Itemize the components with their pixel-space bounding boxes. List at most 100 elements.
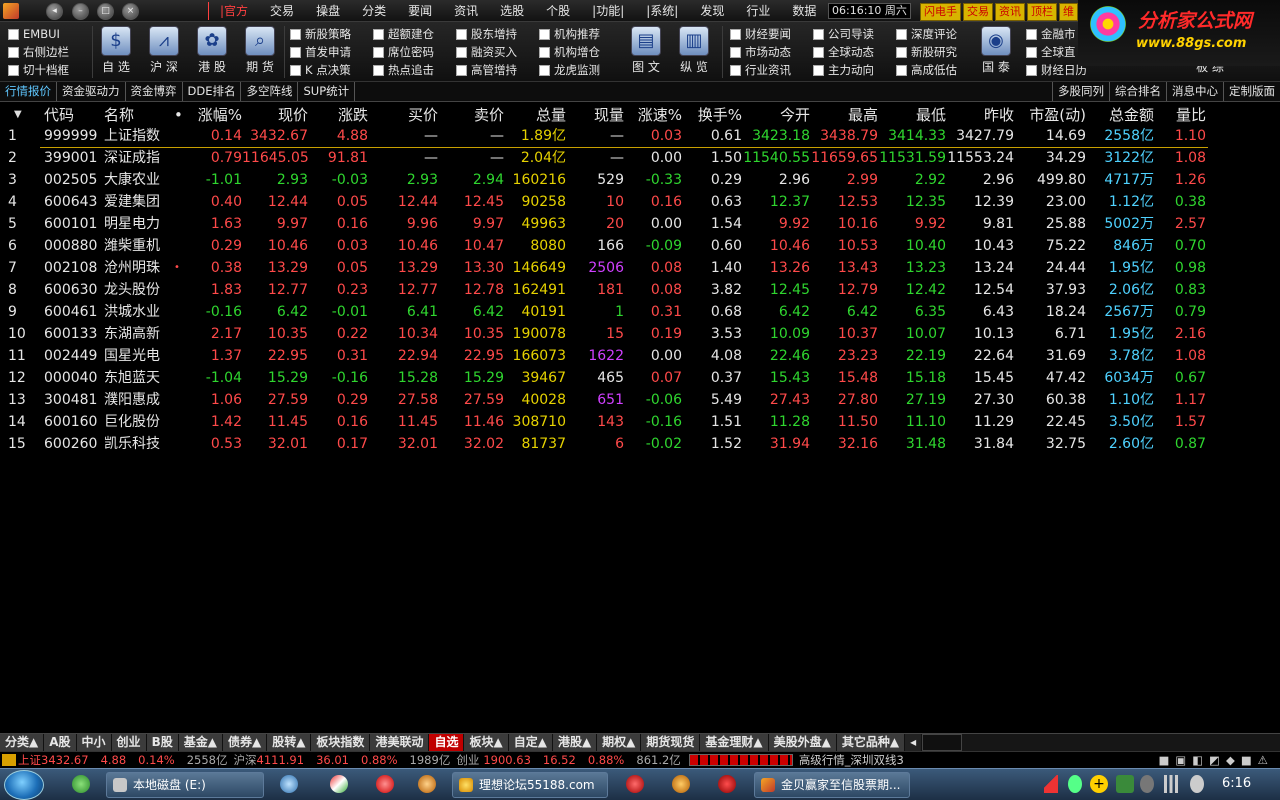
col-header-1[interactable]: 名称 xyxy=(104,104,174,126)
market-tab-2[interactable]: 中小 xyxy=(76,734,112,751)
toolbar-check-col9-0[interactable]: 金融市 xyxy=(1026,25,1076,43)
checkbox-icon[interactable] xyxy=(8,28,19,40)
col-header-16[interactable]: 市盈(动) xyxy=(1014,104,1086,126)
table-row[interactable]: 12 000040 东旭蓝天 -1.04 15.29 -0.16 15.28 15.29 394… xyxy=(0,367,1230,389)
market-tab-1[interactable]: A股 xyxy=(44,734,77,751)
checkbox-icon[interactable] xyxy=(373,46,384,58)
col-header-9[interactable]: 现量 xyxy=(566,104,624,126)
table-row[interactable]: 13 300481 濮阳惠成 1.06 27.59 0.29 27.58 27.59 40028… xyxy=(0,389,1230,411)
table-row[interactable]: 15 600260 凯乐科技 0.53 32.01 0.17 32.01 32.02 81737… xyxy=(0,433,1230,455)
tabs-scrollbar[interactable] xyxy=(922,734,963,751)
market-tab-0[interactable]: 分类▲ xyxy=(0,734,45,751)
toolbar-check-col8-0[interactable]: 深度评论 xyxy=(896,25,957,43)
toolbar-button-icons1-3[interactable]: ⌕ 期 货 xyxy=(240,26,280,80)
start-button[interactable] xyxy=(4,770,44,800)
market-tab-9[interactable]: 港美联动 xyxy=(370,734,430,751)
toolbar-check-col9-1[interactable]: 全球直 xyxy=(1026,43,1076,61)
checkbox-icon[interactable] xyxy=(373,28,384,40)
quick-button-1[interactable]: 交易 xyxy=(963,3,993,21)
toolbar-check-col6-2[interactable]: 行业资讯 xyxy=(730,61,791,79)
toolbar-button-icons2-1[interactable]: ▥ 纵 览 xyxy=(674,26,714,80)
market-tab-10[interactable]: 自选 xyxy=(429,734,465,751)
toolbar-check-col5-1[interactable]: 机构增仓 xyxy=(539,43,600,61)
checkbox-icon[interactable] xyxy=(373,64,384,76)
checkbox-icon[interactable] xyxy=(456,28,467,40)
toolbar-check-col6-1[interactable]: 市场动态 xyxy=(730,43,791,61)
market-tab-7[interactable]: 股转▲ xyxy=(267,734,312,751)
tray-icon-2[interactable] xyxy=(1068,775,1082,793)
toolbar-check-col5-2[interactable]: 龙虎监测 xyxy=(539,61,600,79)
col-header-8[interactable]: 总量 xyxy=(504,104,566,126)
quicklaunch-icon-4[interactable] xyxy=(376,775,394,793)
menu-item-3[interactable]: 分类 xyxy=(351,2,397,20)
market-tab-14[interactable]: 期权▲ xyxy=(597,734,642,751)
quick-button-3[interactable]: 顶栏 xyxy=(1027,3,1057,21)
close-button[interactable]: × xyxy=(122,3,139,20)
table-row[interactable]: 7 002108 沧州明珠 • 0.38 13.29 0.05 13.29 13.30 14664… xyxy=(0,257,1230,279)
minimize-button[interactable]: – xyxy=(72,3,89,20)
checkbox-icon[interactable] xyxy=(896,64,907,76)
col-header-5[interactable]: 涨跌 xyxy=(308,104,368,126)
checkbox-icon[interactable] xyxy=(896,46,907,58)
tab-right-0[interactable]: 多股同列 xyxy=(1052,82,1109,101)
quicklaunch-icon-3[interactable] xyxy=(330,775,348,793)
menu-item-11[interactable]: 行业 xyxy=(735,2,781,20)
checkbox-icon[interactable] xyxy=(290,28,301,40)
toolbar-check-col8-2[interactable]: 高成低估 xyxy=(896,61,957,79)
toolbar-check-col2-1[interactable]: 首发申请 xyxy=(290,43,351,61)
maximize-button[interactable]: □ xyxy=(97,3,114,20)
checkbox-icon[interactable] xyxy=(1026,64,1037,76)
network-icon[interactable] xyxy=(1164,775,1178,793)
toolbar-check-col2-2[interactable]: K 点决策 xyxy=(290,61,351,79)
checkbox-icon[interactable] xyxy=(896,28,907,40)
status-tray-icons[interactable]: ■▣◧◩◆■⚠ xyxy=(1159,752,1274,768)
market-tab-12[interactable]: 自定▲ xyxy=(508,734,553,751)
table-row[interactable]: 10 600133 东湖高新 2.17 10.35 0.22 10.34 10.35 19007… xyxy=(0,323,1230,345)
tab-5[interactable]: SUP统计 xyxy=(298,82,356,101)
tab-right-2[interactable]: 消息中心 xyxy=(1166,82,1223,101)
menu-item-12[interactable]: 数据 xyxy=(781,2,827,20)
quick-button-4[interactable]: 维 xyxy=(1059,3,1078,21)
market-tab-13[interactable]: 港股▲ xyxy=(552,734,598,751)
quicklaunch-icon-2[interactable] xyxy=(280,775,298,793)
checkbox-icon[interactable] xyxy=(456,46,467,58)
col-header-15[interactable]: 昨收 xyxy=(946,104,1014,126)
tab-3[interactable]: DDE排名 xyxy=(183,82,242,101)
col-header-11[interactable]: 换手% xyxy=(682,104,742,126)
checkbox-icon[interactable] xyxy=(730,46,741,58)
tab-2[interactable]: 资金博弈 xyxy=(126,82,183,101)
table-row[interactable]: 6 000880 潍柴重机 0.29 10.46 0.03 10.46 10.47 8080 16… xyxy=(0,235,1230,257)
quick-button-2[interactable]: 资讯 xyxy=(995,3,1025,21)
market-tab-6[interactable]: 债券▲ xyxy=(222,734,268,751)
col-header-7[interactable]: 卖价 xyxy=(438,104,504,126)
table-row[interactable]: 8 600630 龙头股份 1.83 12.77 0.23 12.77 12.78 162491… xyxy=(0,279,1230,301)
checkbox-icon[interactable] xyxy=(539,28,550,40)
menu-item-6[interactable]: 选股 xyxy=(489,2,535,20)
window-menu-button[interactable]: ◂ xyxy=(46,3,63,20)
quicklaunch-icon-7[interactable] xyxy=(672,775,690,793)
scroll-left-icon[interactable]: ◂ xyxy=(905,734,923,751)
market-tab-11[interactable]: 板块▲ xyxy=(464,734,509,751)
col-header-6[interactable]: 买价 xyxy=(368,104,438,126)
menu-item-10[interactable]: 发现 xyxy=(689,2,735,20)
col-header-13[interactable]: 最高 xyxy=(810,104,878,126)
toolbar-check-col3-2[interactable]: 热点追击 xyxy=(373,61,434,79)
market-tab-15[interactable]: 期货现货 xyxy=(641,734,701,751)
checkbox-icon[interactable] xyxy=(730,64,741,76)
col-header-3[interactable]: 涨幅% xyxy=(184,104,242,126)
col-header-0[interactable]: 代码 xyxy=(44,104,104,126)
toolbar-check-col7-0[interactable]: 公司导读 xyxy=(813,25,874,43)
menu-item-2[interactable]: 操盘 xyxy=(305,2,351,20)
toolbar-check-col4-2[interactable]: 高管增持 xyxy=(456,61,517,79)
menu-item-0[interactable]: |官方 xyxy=(208,2,259,20)
toolbar-button-icons1-2[interactable]: ✿ 港 股 xyxy=(192,26,232,80)
tab-4[interactable]: 多空阵线 xyxy=(241,82,299,101)
market-tab-3[interactable]: 创业 xyxy=(111,734,147,751)
checkbox-icon[interactable] xyxy=(813,28,824,40)
col-header-2[interactable]: • xyxy=(174,104,184,126)
taskbar-item-forum[interactable]: 理想论坛55188.com xyxy=(452,772,608,798)
table-row[interactable]: 9 600461 洪城水业 -0.16 6.42 -0.01 6.41 6.42 40191 1 0… xyxy=(0,301,1230,323)
market-tab-4[interactable]: B股 xyxy=(146,734,179,751)
checkbox-icon[interactable] xyxy=(290,46,301,58)
toolbar-check-col7-1[interactable]: 全球动态 xyxy=(813,43,874,61)
